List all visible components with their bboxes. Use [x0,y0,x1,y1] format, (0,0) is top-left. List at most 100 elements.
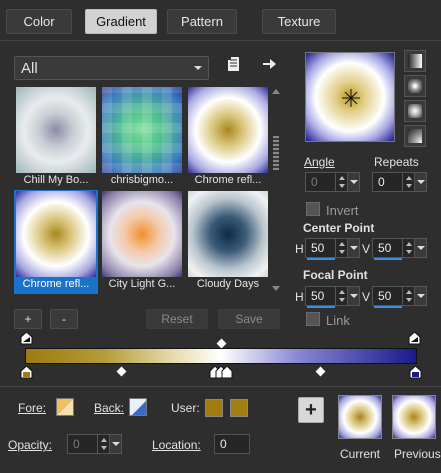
save-button[interactable]: Save [218,309,280,329]
reset-button[interactable]: Reset [146,309,208,329]
current-label: Current [340,447,381,461]
center-v-spinner[interactable]: 50 [372,238,427,260]
focal-h-level [307,306,335,308]
focal-v-spinner[interactable]: 50 [372,286,427,308]
center-h-label: H [295,242,304,256]
angle-value[interactable]: 0 [306,173,335,191]
focal-h-label: H [295,290,304,304]
opacity-label: Opacity: [8,438,53,452]
center-v-level [374,258,402,260]
opacity-spinner[interactable]: 0 [67,434,122,454]
location-input[interactable]: 0 [214,434,250,454]
scrollbar-thumb[interactable] [273,136,279,170]
angle-spinner[interactable]: 0 [305,172,360,192]
focal-v-dropdown[interactable] [414,287,426,305]
focal-h-spinner[interactable]: 50 [305,286,360,308]
preset-thumb[interactable]: chrisbigmo... [100,86,184,190]
angle-spin-arrows[interactable] [335,173,347,191]
tab-gradient[interactable]: Gradient [85,9,157,34]
user-color-1[interactable] [205,399,223,417]
preset-scrollbar[interactable] [271,86,281,294]
tab-pattern[interactable]: Pattern [167,9,237,34]
previous-swatch[interactable] [392,395,436,439]
center-v-value[interactable]: 50 [373,239,402,257]
angle-label: Angle [304,155,335,169]
current-swatch[interactable] [338,395,382,439]
preset-label: Cloudy Days [196,278,260,290]
style-rectangular-button[interactable] [404,75,426,97]
opacity-value[interactable]: 0 [68,435,97,453]
style-linear-button[interactable] [404,50,426,72]
color-midpoint[interactable] [315,366,326,377]
style-sunburst-button[interactable] [404,100,426,122]
center-crosshair-icon[interactable] [306,53,396,143]
gradient-bar[interactable] [25,348,417,364]
location-value[interactable]: 0 [215,435,249,453]
repeats-spin-arrows[interactable] [402,173,414,191]
arrow-right-icon[interactable] [261,56,277,72]
link-label: Link [326,313,350,328]
back-label: Back: [94,401,125,415]
color-stop-right[interactable] [409,365,422,379]
add-preset-button[interactable]: + [14,309,42,329]
opacity-stop-right[interactable] [408,331,421,345]
color-midpoint[interactable] [116,366,127,377]
invert-checkbox[interactable] [306,202,320,216]
preset-thumb[interactable]: City Light G... [100,190,184,294]
preset-image [188,87,268,173]
tab-texture[interactable]: Texture [262,9,336,34]
fore-color-button[interactable] [56,398,74,416]
invert-label: Invert [326,203,359,218]
focal-v-spin-arrows[interactable] [402,287,414,305]
center-h-value[interactable]: 50 [306,239,335,257]
preset-grid: Chill My Bo... chrisbigmo... Chrome refl… [14,86,269,294]
user-color-2[interactable] [230,399,248,417]
opacity-spin-arrows[interactable] [97,435,109,453]
center-h-level [307,258,335,260]
center-h-spinner[interactable]: 50 [305,238,360,260]
focal-v-level [374,306,402,308]
focal-v-value[interactable]: 50 [373,287,402,305]
tab-color[interactable]: Color [6,9,72,34]
opacity-stop-left[interactable] [20,331,33,345]
focal-h-spin-arrows[interactable] [335,287,347,305]
add-to-swatches-button[interactable]: + [298,397,324,423]
center-v-spin-arrows[interactable] [402,239,414,257]
preset-label: Chill My Bo... [23,174,89,186]
document-icon[interactable] [226,56,242,72]
category-select-value: All [21,59,38,77]
tab-divider [0,40,441,41]
focal-point-label: Focal Point [303,268,368,282]
scroll-up-icon[interactable] [272,89,280,94]
back-color-button[interactable] [129,398,147,416]
preset-image [16,191,96,277]
opacity-midpoint[interactable] [216,338,227,349]
preset-thumb[interactable]: Cloudy Days [186,190,270,294]
style-radial-button[interactable] [404,125,426,147]
focal-h-value[interactable]: 50 [306,287,335,305]
remove-preset-button[interactable]: - [50,309,78,329]
preset-thumb[interactable]: Chill My Bo... [14,86,98,190]
center-v-dropdown[interactable] [414,239,426,257]
scroll-down-icon[interactable] [272,286,280,291]
repeats-spinner[interactable]: 0 [372,172,427,192]
color-stop-center[interactable] [209,365,233,379]
center-h-dropdown[interactable] [347,239,359,257]
repeats-dropdown[interactable] [414,173,426,191]
preset-image [188,191,268,277]
color-stop-left[interactable] [20,365,33,379]
repeats-value[interactable]: 0 [373,173,402,191]
previous-label: Previous [394,447,441,461]
gradient-preview[interactable] [305,52,395,142]
link-checkbox[interactable] [306,312,320,326]
focal-v-label: V [362,290,371,304]
center-point-label: Center Point [303,221,375,235]
angle-dropdown[interactable] [347,173,359,191]
preset-thumb-selected[interactable]: Chrome refl... [14,190,98,294]
category-select[interactable]: All [14,56,209,80]
preset-label: City Light G... [108,278,176,290]
preset-thumb[interactable]: Chrome refl... [186,86,270,190]
focal-h-dropdown[interactable] [347,287,359,305]
center-h-spin-arrows[interactable] [335,239,347,257]
opacity-dropdown[interactable] [109,435,121,453]
